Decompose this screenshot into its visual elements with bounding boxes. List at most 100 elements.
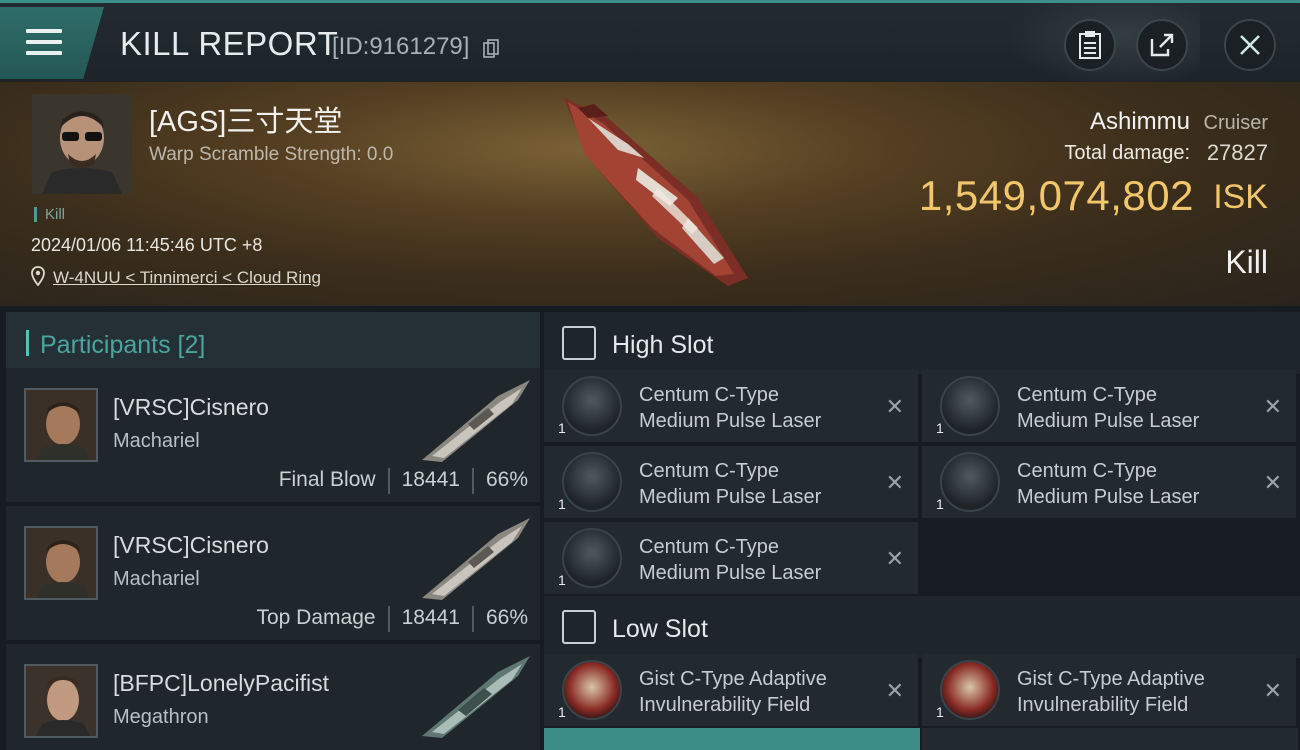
participant-ship: Machariel [113,430,200,452]
module-name: Centum C-Type Medium Pulse Laser [1017,460,1200,508]
participant-row[interactable]: [VRSC]Cisnero Machariel Final Blow 18441… [6,368,540,502]
avatar [32,94,132,194]
participant-damage: 18441 [401,468,460,491]
module-item[interactable]: 1 Gist C-Type Adaptive Invulnerability F… [922,654,1296,726]
participant-ship: Machariel [113,568,200,590]
remove-icon[interactable]: ✕ [1264,394,1282,420]
kill-datetime: 2024/01/06 11:45:46 UTC +8 [31,235,263,255]
invulnerability-field-icon [562,660,622,720]
module-quantity: 1 [936,704,944,720]
victim-portrait[interactable] [32,94,132,194]
low-slot-icon [562,610,596,644]
clipboard-icon [1079,31,1101,59]
module-item[interactable]: 1 Centum C-Type Medium Pulse Laser ✕ [922,446,1296,518]
low-slot-header[interactable]: Low Slot [544,596,1300,658]
victim-ship-class: Cruiser [1203,112,1268,134]
participant-percent: 66% [485,606,528,629]
low-slot-title: Low Slot [612,615,708,643]
close-button[interactable] [1224,19,1276,71]
isk-unit: ISK [1213,178,1268,216]
module-quantity: 1 [558,420,566,436]
high-slot-header[interactable]: High Slot [544,312,1300,374]
participant-portrait[interactable] [24,388,98,462]
remove-icon[interactable]: ✕ [886,678,904,704]
module-quantity: 1 [558,704,566,720]
divider [387,606,390,632]
high-slot-title: High Slot [612,331,714,359]
victim-ship-image [564,98,748,286]
page-title: KILL REPORT [120,25,339,62]
avatar [26,666,96,736]
module-name: Centum C-Type Medium Pulse Laser [639,460,822,508]
module-item-partial[interactable] [544,728,920,750]
pulse-laser-icon [562,376,622,436]
clipboard-button[interactable] [1064,19,1116,71]
isk-value: 1,549,074,802 [918,172,1194,219]
participant-role: Final Blow [278,468,376,491]
copy-icon[interactable] [483,39,499,59]
module-item[interactable]: 1 Centum C-Type Medium Pulse Laser ✕ [544,370,918,442]
module-name: Centum C-Type Medium Pulse Laser [639,536,822,584]
module-name: Gist C-Type Adaptive Invulnerability Fie… [1017,668,1205,716]
module-quantity: 1 [936,420,944,436]
module-name: Gist C-Type Adaptive Invulnerability Fie… [639,668,827,716]
kill-result: Kill [1225,244,1268,280]
pulse-laser-icon [562,528,622,588]
participant-role: Top Damage [256,606,376,629]
warp-scramble-strength: Warp Scramble Strength: 0.0 [149,144,394,165]
remove-icon[interactable]: ✕ [886,546,904,572]
divider [471,468,474,494]
divider [471,606,474,632]
participant-portrait[interactable] [24,526,98,600]
high-slot-icon [562,326,596,360]
total-damage-value: 27827 [1206,140,1268,165]
kill-id: [ID:9161279] [332,33,470,60]
participant-row[interactable]: i [BFPC]LonelyPacifist Megathron [6,644,540,750]
fitting-panel: High Slot 1 Centum C-Type Medium Pulse L… [544,306,1300,750]
participant-name: [VRSC]Cisnero [113,394,269,420]
remove-icon[interactable]: ✕ [1264,678,1282,704]
remove-icon[interactable]: ✕ [1264,470,1282,496]
avatar [26,390,96,460]
menu-icon [26,29,62,59]
pulse-laser-icon [940,452,1000,512]
module-item[interactable]: 1 Centum C-Type Medium Pulse Laser ✕ [544,522,918,594]
pulse-laser-icon [940,376,1000,436]
participant-ship-image [422,518,530,600]
kill-location-link[interactable]: W-4NUU < Tinnimerci < Cloud Ring [53,268,321,288]
divider [387,468,390,494]
kill-tag: Kill [34,207,65,222]
participant-stats: Final Blow 18441 66% [279,468,528,494]
share-button[interactable] [1136,19,1188,71]
remove-icon[interactable]: ✕ [886,470,904,496]
participant-name: [BFPC]LonelyPacifist [113,670,330,696]
menu-button[interactable] [0,7,104,79]
pulse-laser-icon [562,452,622,512]
participant-percent: 66% [485,468,528,491]
module-name: Centum C-Type Medium Pulse Laser [639,384,822,432]
participant-portrait[interactable]: i [24,664,98,738]
module-item-partial[interactable] [922,728,1298,750]
module-item[interactable]: 1 Centum C-Type Medium Pulse Laser ✕ [544,446,918,518]
location-pin-icon [31,266,45,286]
participant-damage: 18441 [401,606,460,629]
participants-header[interactable]: Participants [2] [6,312,540,372]
participant-ship-image [422,656,530,738]
invulnerability-field-icon [940,660,1000,720]
module-item[interactable]: 1 Gist C-Type Adaptive Invulnerability F… [544,654,918,726]
close-icon [1240,35,1260,55]
participants-title: Participants [2] [40,331,206,359]
share-icon [1150,33,1174,57]
top-bar: KILL REPORT [ID:9161279] [0,0,1300,83]
module-quantity: 1 [558,496,566,512]
module-quantity: 1 [936,496,944,512]
module-quantity: 1 [558,572,566,588]
participant-row[interactable]: [VRSC]Cisnero Machariel Top Damage 18441… [6,506,540,640]
victim-name: [AGS]三寸天堂 [149,106,343,138]
accent-bar [26,330,29,356]
victim-ship-name: Ashimmu [1089,108,1190,135]
avatar [26,528,96,598]
remove-icon[interactable]: ✕ [886,394,904,420]
participant-stats: Top Damage 18441 66% [256,606,528,632]
module-item[interactable]: 1 Centum C-Type Medium Pulse Laser ✕ [922,370,1296,442]
